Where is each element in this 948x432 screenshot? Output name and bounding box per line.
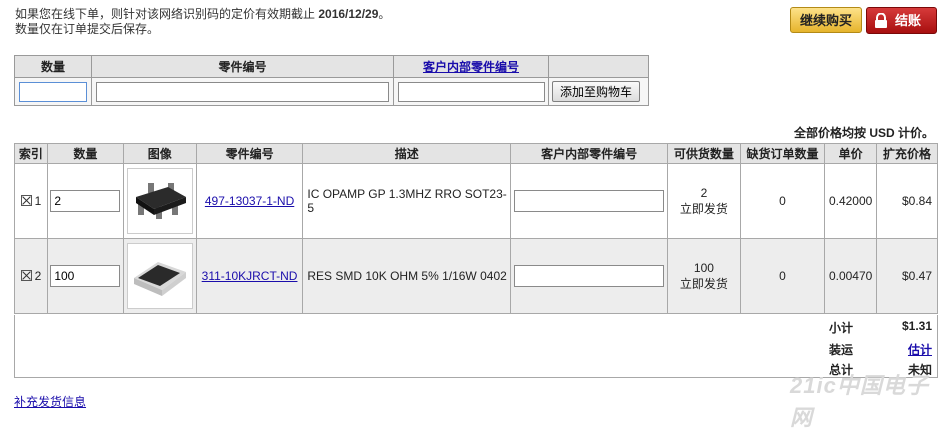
add-customer-part-header: 客户内部零件编号 bbox=[393, 55, 549, 78]
cart-table: 索引 数量 图像 零件编号 描述 客户内部零件编号 可供货数量 缺货订单数量 单… bbox=[14, 143, 938, 314]
add-part-input[interactable] bbox=[96, 81, 389, 102]
table-row: 1 497-13037-1-ND IC OPAMP GP 1.3MHZ RRO … bbox=[14, 163, 938, 239]
col-image: 图像 bbox=[122, 143, 197, 164]
row-customer-part-input[interactable] bbox=[514, 190, 665, 212]
row-available-qty: 100 bbox=[693, 260, 714, 275]
shipping-info-link[interactable]: 补充发货信息 bbox=[14, 393, 86, 410]
col-description: 描述 bbox=[302, 143, 512, 164]
subtotal-value: $1.31 bbox=[901, 319, 932, 333]
row-index: 1 bbox=[34, 194, 42, 208]
col-customer-part: 客户内部零件编号 bbox=[510, 143, 669, 164]
col-part-no: 零件编号 bbox=[195, 143, 304, 164]
remove-checkbox-icon[interactable] bbox=[20, 195, 32, 206]
row-qty-input[interactable] bbox=[50, 265, 121, 287]
notice-line1-prefix: 如果您在线下单，则针对该网络识别码的定价有效期截止 bbox=[15, 7, 319, 21]
usd-note: 全部价格均按 USD 计价。 bbox=[793, 126, 934, 140]
add-qty-header: 数量 bbox=[14, 55, 92, 78]
price-validity-notice: 如果您在线下单，则针对该网络识别码的定价有效期截止 2016/12/29。 数量… bbox=[15, 7, 390, 37]
row-backorder: 0 bbox=[739, 163, 826, 239]
col-ext-price: 扩充价格 bbox=[876, 143, 938, 164]
continue-shopping-button[interactable]: 继续购买 bbox=[790, 7, 862, 33]
shipping-estimate-link[interactable]: 估计 bbox=[908, 341, 932, 358]
subtotal-label: 小计 bbox=[829, 321, 854, 335]
add-to-cart-form: 数量 零件编号 客户内部零件编号 添加至购物车 bbox=[14, 55, 649, 106]
row-customer-part-input[interactable] bbox=[514, 265, 665, 287]
product-image[interactable] bbox=[126, 168, 193, 234]
row-available-status: 立即发货 bbox=[679, 276, 728, 291]
add-qty-input[interactable] bbox=[19, 81, 87, 102]
row-available-qty: 2 bbox=[700, 185, 708, 200]
col-backorder: 缺货订单数量 bbox=[739, 143, 826, 164]
add-button-header bbox=[548, 55, 649, 78]
site-watermark: 21ic中国电子网 bbox=[790, 373, 929, 430]
col-index: 索引 bbox=[14, 143, 48, 164]
checkout-button[interactable]: 结账 bbox=[866, 7, 937, 34]
row-backorder: 0 bbox=[739, 238, 826, 314]
row-part-link[interactable]: 311-10KJRCT-ND bbox=[202, 269, 298, 283]
product-image[interactable] bbox=[126, 243, 193, 309]
row-index: 2 bbox=[34, 269, 42, 283]
row-part-link[interactable]: 497-13037-1-ND bbox=[205, 194, 294, 208]
notice-date: 2016/12/29 bbox=[318, 7, 379, 21]
notice-line2: 数量仅在订单提交后保存。 bbox=[15, 22, 160, 36]
checkout-label: 结账 bbox=[895, 13, 922, 28]
row-description: IC OPAMP GP 1.3MHZ RRO SOT23-5 bbox=[302, 163, 512, 239]
lock-icon bbox=[875, 13, 887, 28]
customer-part-link[interactable]: 客户内部零件编号 bbox=[423, 60, 519, 74]
row-qty-input[interactable] bbox=[50, 190, 121, 212]
row-unit-price: 0.42000 bbox=[824, 163, 878, 239]
add-to-cart-button[interactable]: 添加至购物车 bbox=[552, 81, 641, 102]
col-qty: 数量 bbox=[46, 143, 124, 164]
row-unit-price: 0.00470 bbox=[824, 238, 878, 314]
row-available-status: 立即发货 bbox=[679, 201, 728, 216]
col-available: 可供货数量 bbox=[667, 143, 741, 164]
add-part-header: 零件编号 bbox=[91, 55, 394, 78]
opamp-chip-icon bbox=[135, 183, 186, 219]
table-row: 2 311-10KJRCT-ND RES SMD 10K OHM 5% 1/16… bbox=[14, 238, 938, 314]
notice-line1-suffix: 。 bbox=[378, 7, 391, 21]
remove-checkbox-icon[interactable] bbox=[20, 270, 32, 281]
row-ext-price: $0.84 bbox=[876, 163, 938, 239]
shipping-label: 装运 bbox=[829, 343, 854, 357]
row-ext-price: $0.47 bbox=[876, 238, 938, 314]
row-description: RES SMD 10K OHM 5% 1/16W 0402 bbox=[302, 238, 512, 314]
resistor-chip-icon bbox=[133, 262, 186, 296]
add-customer-part-input[interactable] bbox=[398, 81, 545, 102]
col-unit-price: 单价 bbox=[824, 143, 878, 164]
